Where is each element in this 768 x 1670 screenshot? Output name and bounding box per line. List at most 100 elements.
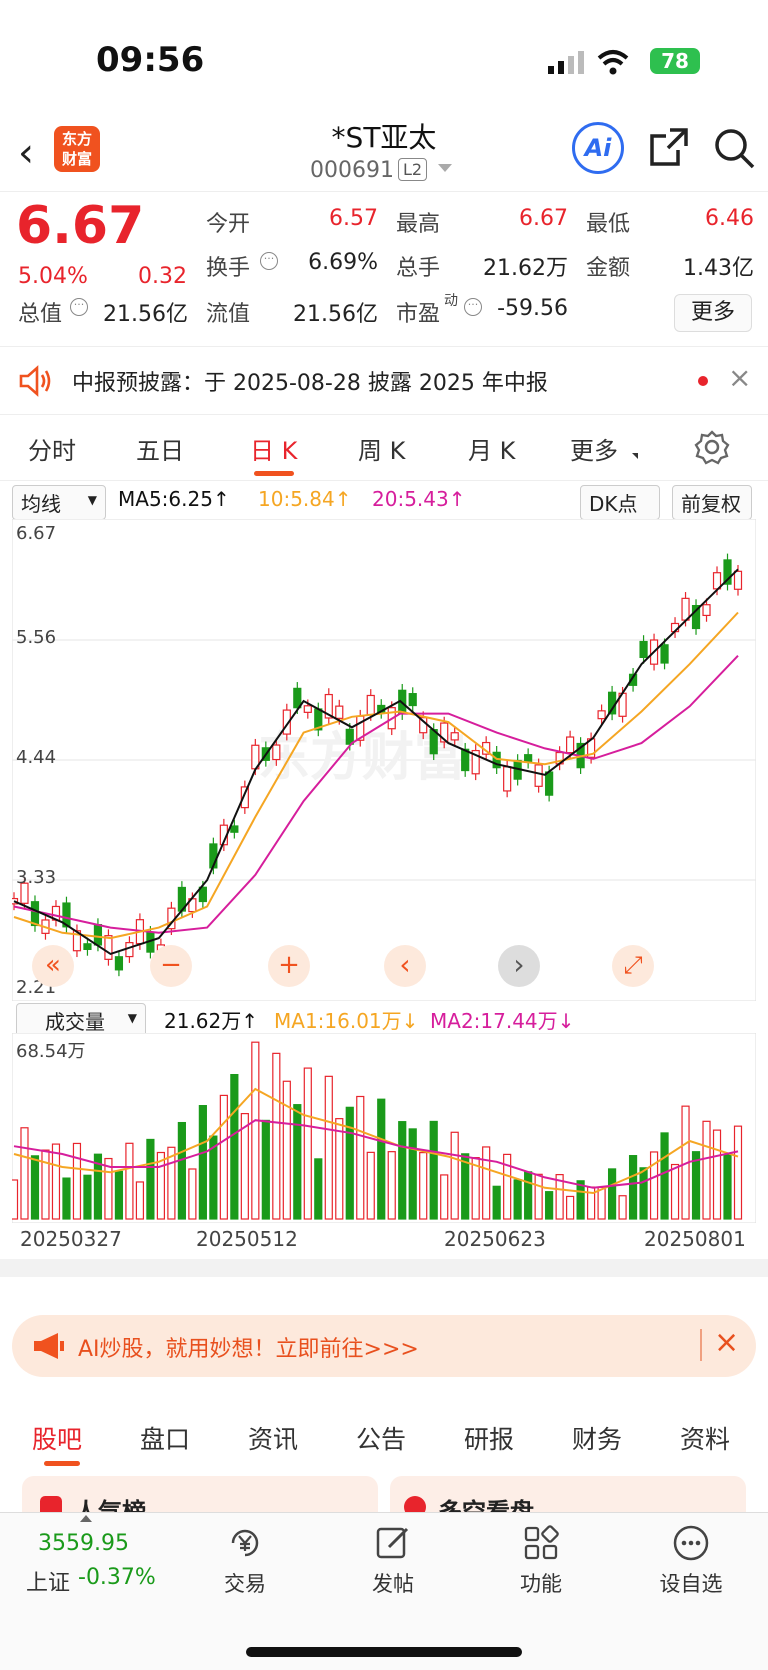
pe-superscript: 动	[444, 293, 458, 309]
tab-five-day[interactable]: 五日	[136, 431, 184, 466]
zoom-in-button[interactable]: +	[268, 945, 310, 987]
amount-label: 金额	[586, 256, 631, 281]
volume-bar	[440, 1174, 449, 1220]
separator	[700, 1329, 702, 1361]
quote-panel: 6.67 5.04% 0.32 今开 6.57 最高 6.67 最低 6.46 …	[0, 192, 768, 347]
index-value[interactable]: 3559.95	[38, 1531, 129, 1556]
change-value: 0.32	[138, 264, 187, 289]
mktcap-label: 总值	[18, 302, 63, 327]
volume-bar	[335, 1118, 344, 1220]
level-badge[interactable]: L2	[398, 158, 428, 181]
popularity-card[interactable]: 人气榜	[22, 1476, 378, 1512]
candle-body	[660, 644, 669, 664]
chevron-up-icon[interactable]	[80, 1515, 92, 1522]
tab-research[interactable]: 研报	[464, 1420, 514, 1456]
tab-news[interactable]: 资讯	[248, 1420, 298, 1456]
tab-forum[interactable]: 股吧	[32, 1420, 82, 1456]
turnover-value: 6.69%	[308, 250, 378, 275]
float-value: 21.56亿	[293, 302, 378, 327]
close-icon[interactable]: ×	[714, 1325, 739, 1360]
volume-bar	[293, 1104, 302, 1220]
volume-chart[interactable]	[12, 1033, 756, 1223]
speaker-icon	[19, 365, 51, 397]
watchlist-button[interactable]: 设自选	[636, 1523, 746, 1598]
candle-body	[450, 732, 459, 741]
change-percent: 5.04%	[18, 264, 88, 289]
candle-body	[335, 705, 344, 719]
volume-bar	[114, 1170, 124, 1220]
volume-bar	[660, 1132, 669, 1220]
bull-bear-card[interactable]: 多空看盘	[390, 1476, 746, 1512]
edit-icon	[376, 1527, 409, 1559]
megaphone-icon	[34, 1333, 64, 1359]
chevron-down-icon[interactable]	[438, 164, 452, 172]
tab-order-book[interactable]: 盘口	[140, 1420, 190, 1456]
candle-body	[408, 693, 417, 707]
candle-body	[272, 744, 281, 761]
functions-button[interactable]: 功能	[486, 1523, 596, 1598]
ai-button[interactable]: Ai	[572, 122, 624, 174]
candle-body	[566, 736, 575, 754]
corner-arrow-icon	[632, 453, 638, 459]
last-price: 6.67	[16, 196, 145, 256]
ai-promo-banner[interactable]: AI炒股，就用妙想！立即前往>>> ×	[12, 1315, 756, 1377]
candle-body	[534, 764, 543, 787]
candlestick-chart[interactable]: 东方财富	[12, 519, 756, 1001]
info-icon[interactable]: ···	[464, 298, 482, 316]
trade-button[interactable]: 交易	[190, 1523, 300, 1598]
indicator-dropdown[interactable]: 均线 ▼	[12, 485, 106, 520]
volume-label: 总手	[396, 256, 441, 281]
tab-intraday[interactable]: 分时	[28, 431, 76, 466]
tab-daily-k[interactable]: 日 K	[250, 431, 297, 466]
volume-bar	[261, 1119, 270, 1220]
tab-more[interactable]: 更多	[570, 431, 618, 466]
tab-profile[interactable]: 资料	[680, 1420, 730, 1456]
status-time: 09:56	[96, 40, 205, 80]
close-icon[interactable]: ×	[728, 361, 751, 394]
gear-icon[interactable]	[694, 429, 730, 465]
zoom-out-button[interactable]: −	[150, 945, 192, 987]
volume-bar	[345, 1106, 354, 1220]
volume-bar	[230, 1074, 239, 1220]
tab-announcements[interactable]: 公告	[356, 1420, 406, 1456]
info-tabs: 股吧 盘口 资讯 公告 研报 财务 资料	[0, 1400, 768, 1466]
date-label: 20250512	[196, 1227, 298, 1251]
search-icon[interactable]	[712, 126, 756, 170]
volume-bar	[618, 1195, 627, 1220]
rewind-button[interactable]: «	[32, 945, 74, 987]
tab-monthly-k[interactable]: 月 K	[468, 431, 515, 466]
post-button[interactable]: 发帖	[338, 1523, 448, 1598]
tab-financials[interactable]: 财务	[572, 1420, 622, 1456]
section-divider	[0, 1259, 768, 1277]
pe-label: 市盈	[396, 302, 441, 327]
volume-bar	[282, 1080, 291, 1220]
dk-button[interactable]: DK点	[580, 485, 660, 520]
share-icon[interactable]	[648, 126, 690, 168]
volume-bar	[733, 1125, 743, 1220]
info-icon[interactable]: ···	[260, 252, 278, 270]
fullscreen-button[interactable]: ⤢	[612, 945, 654, 987]
volume-bar	[712, 1129, 722, 1220]
volume-value: 21.62万	[483, 256, 568, 281]
notice-bar[interactable]: 中报预披露：于 2025-08-28 披露 2025 年中报 ×	[0, 347, 768, 415]
info-icon[interactable]: ···	[70, 298, 88, 316]
adjust-button[interactable]: 前复权	[672, 485, 752, 520]
popularity-title: 人气榜	[74, 1498, 146, 1512]
more-button[interactable]: 更多	[674, 294, 752, 332]
wifi-icon	[597, 50, 629, 75]
index-name: 上证	[26, 1571, 71, 1596]
volume-bar	[419, 1152, 428, 1220]
scroll-right-button[interactable]: ›	[498, 945, 540, 987]
candle-body	[303, 705, 312, 713]
amount-value: 1.43亿	[683, 256, 754, 281]
volume-bar	[51, 1143, 61, 1220]
volume-bar	[492, 1185, 501, 1220]
scroll-left-button[interactable]: ‹	[384, 945, 426, 987]
active-tab-indicator	[44, 1461, 80, 1466]
candle-body	[366, 694, 375, 716]
tab-weekly-k[interactable]: 周 K	[358, 431, 405, 466]
ma10-label: 10:5.84↑	[258, 487, 352, 511]
high-label: 最高	[396, 212, 441, 237]
volume-bar	[366, 1151, 375, 1220]
volume-ma1-label: MA1:16.01万↓	[274, 1009, 419, 1033]
